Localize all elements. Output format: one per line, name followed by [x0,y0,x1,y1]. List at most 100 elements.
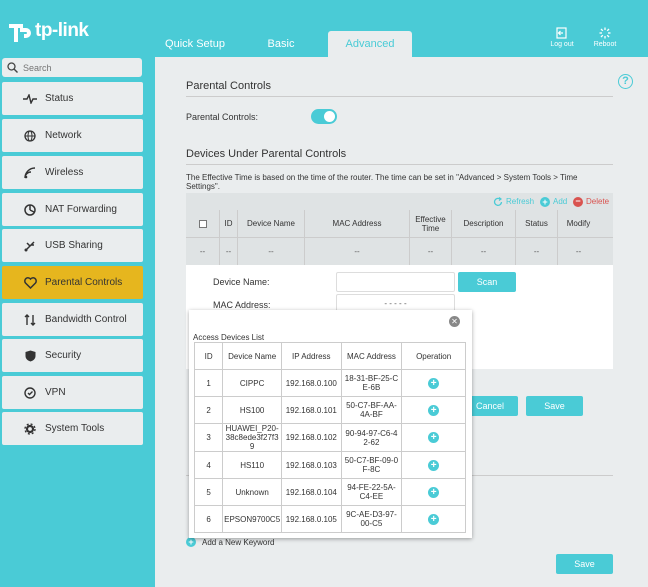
row-ip: 192.168.0.101 [280,396,342,424]
sidebar-item-bandwidth-control[interactable]: Bandwidth Control [2,303,143,336]
table-row: 4 HS110 192.168.0.103 50-C7-BF-09-0F-8C … [193,451,466,479]
row-ip: 192.168.0.100 [280,369,342,397]
delete-button[interactable]: − Delete [573,193,609,210]
add-keyword-button[interactable]: + Add a New Keyword [186,537,274,547]
table-row: 2 HS100 192.168.0.101 50-C7-BF-AA-4A-BF … [193,396,466,424]
tab-quick-setup[interactable]: Quick Setup [152,31,238,57]
table-header: ID Device Name MAC Address Effective Tim… [186,210,613,238]
tab-advanced[interactable]: Advanced [328,31,412,57]
table-cell: -- [575,247,582,256]
row-operation: + [401,423,466,452]
refresh-label: Refresh [506,197,535,206]
add-label: Add [553,197,568,206]
add-button[interactable]: + Add [540,193,567,210]
table-cell: -- [305,238,410,265]
close-icon[interactable]: ✕ [449,316,460,327]
bandwidth-arrows-icon [21,313,39,326]
table-row: 5 Unknown 192.168.0.104 94-FE-22-5A-C4-E… [193,478,466,506]
row-mac: 94-FE-22-5A-C4-EE [340,478,403,506]
sidebar-item-security[interactable]: Security [2,339,143,372]
add-device-icon[interactable]: + [428,513,440,525]
delete-label: Delete [586,197,610,206]
row-device-name: HS110 [222,451,282,479]
nat-icon [21,203,39,216]
sidebar-item-label: Parental Controls [45,277,123,288]
sidebar-item-label: Security [45,350,82,361]
row-device-name: Unknown [222,478,282,506]
col-ip-address: IP Address [280,342,342,370]
row-id: 2 [193,396,224,424]
sidebar-item-label: Network [45,130,82,141]
help-icon[interactable]: ? [618,74,633,89]
col-modify: Modify [566,219,591,228]
tab-basic[interactable]: Basic [238,31,324,57]
select-all-checkbox-cell[interactable] [186,210,220,237]
search-box[interactable] [2,58,142,77]
brand-name: tp-link [35,20,89,41]
row-operation: + [401,451,466,479]
add-device-icon[interactable]: + [428,459,440,471]
sidebar-item-label: System Tools [45,423,105,434]
row-mac: 90-94-97-C6-42-62 [340,423,403,452]
save-button[interactable]: Save [556,554,613,574]
add-device-icon[interactable]: + [428,404,440,416]
sidebar-item-label: Wireless [45,167,84,178]
sidebar-item-nat-forwarding[interactable]: NAT Forwarding [2,193,143,226]
add-keyword-label: Add a New Keyword [202,537,275,547]
tp-link-logo[interactable]: tp-link [6,18,89,44]
col-device-name: Device Name [222,342,282,370]
search-input[interactable] [23,62,133,73]
heart-icon [21,276,39,289]
shield-icon [21,350,39,362]
col-id: ID [193,342,224,370]
sidebar-item-vpn[interactable]: VPN [2,376,143,409]
sidebar-item-system-tools[interactable]: System Tools [2,412,143,445]
status-pulse-icon [21,93,39,104]
delete-icon: − [573,196,583,207]
add-icon: + [540,196,550,207]
row-device-name: HS100 [222,396,282,424]
sidebar-item-network[interactable]: Network [2,119,143,152]
reboot-label: Reboot [593,41,617,48]
popup-title: Access Devices List [193,333,265,342]
save-form-button[interactable]: Save [526,396,583,416]
table-row: -- -- -- -- -- -- -- -- [186,238,613,265]
col-mac-address: MAC Address [340,342,403,370]
sidebar-item-wireless[interactable]: Wireless [2,156,143,189]
logout-icon [556,27,567,39]
usb-icon [21,240,39,252]
row-id: 4 [193,451,224,479]
device-name-label: Device Name: [213,277,270,287]
row-device-name: HUAWEI_P20-38c8ede3f27f39 [222,423,282,452]
table-row: 3 HUAWEI_P20-38c8ede3f27f39 192.168.0.10… [193,423,466,452]
col-effective-time: Effective Time [410,210,452,237]
sidebar-item-parental-controls[interactable]: Parental Controls [2,266,143,299]
logout-label: Log out [550,41,574,48]
mac-address-label: MAC Address: [213,300,271,310]
sidebar-item-label: VPN [45,387,66,398]
add-device-icon[interactable]: + [428,432,440,443]
globe-icon [21,129,39,142]
add-device-icon[interactable]: + [428,377,440,389]
sidebar-item-usb-sharing[interactable]: USB Sharing [2,229,143,262]
table-cell: -- [410,238,452,265]
device-name-field[interactable] [336,272,455,292]
row-id: 1 [193,369,224,397]
divider [186,164,613,165]
col-description: Description [452,210,516,237]
sidebar-item-label: NAT Forwarding [45,204,117,215]
row-id: 6 [193,505,224,533]
reboot-icon [599,27,611,39]
reboot-button[interactable]: Reboot [588,27,622,48]
refresh-button[interactable]: Refresh [493,193,534,210]
row-mac: 9C-AE-D3-97-00-C5 [340,505,403,533]
row-operation: + [401,505,466,533]
sidebar-item-status[interactable]: Status [2,82,143,115]
section-title-devices: Devices Under Parental Controls [186,148,347,160]
parental-controls-toggle[interactable] [311,109,337,124]
select-all-checkbox[interactable] [198,219,207,228]
row-operation: + [401,396,466,424]
logout-button[interactable]: Log out [545,27,579,48]
scan-button[interactable]: Scan [458,272,516,292]
add-device-icon[interactable]: + [428,486,440,498]
